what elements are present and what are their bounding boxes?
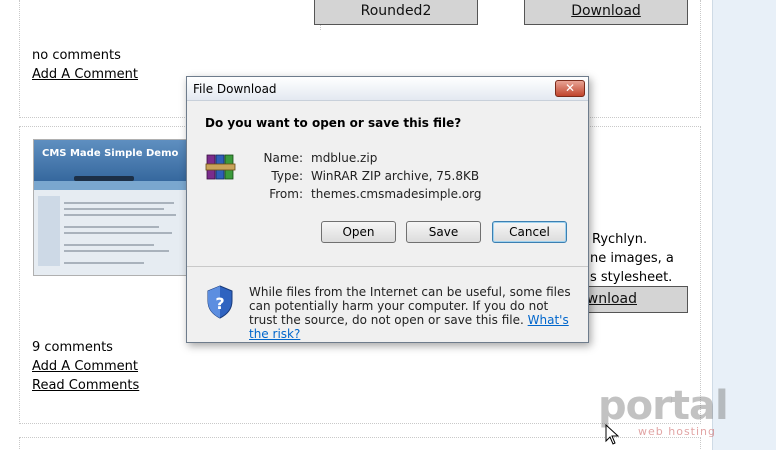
warning-text-block: While files from the Internet can be use…	[249, 285, 579, 341]
thumbnail-text-line	[64, 226, 159, 228]
cancel-button[interactable]: Cancel	[492, 221, 567, 243]
close-icon: ✕	[564, 81, 576, 95]
add-comment-link-2[interactable]: Add A Comment	[32, 359, 138, 374]
from-value: themes.cmsmadesimple.org	[311, 187, 482, 201]
open-button[interactable]: Open	[321, 221, 396, 243]
read-comments-link[interactable]: Read Comments	[32, 378, 139, 393]
watermark-main: portal	[598, 383, 729, 429]
description-line-1: Rychlyn.	[592, 232, 648, 247]
thumbnail-text-line	[64, 202, 174, 204]
thumbnail-text-line	[64, 208, 164, 210]
dialog-question: Do you want to open or save this file?	[205, 116, 462, 130]
type-label: Type:	[271, 169, 303, 183]
thumbnail-water	[34, 181, 186, 190]
svg-text:?: ?	[215, 294, 224, 313]
thumbnail-text-line	[64, 214, 176, 216]
thumbnail-text-line	[64, 250, 169, 252]
file-download-dialog: File Download ✕ Do you want to open or s…	[186, 76, 589, 343]
thumbnail-sidebar	[38, 196, 60, 266]
thumbnail-boat	[74, 176, 134, 181]
description-line-3: s stylesheet.	[590, 270, 673, 285]
watermark-sub: web hosting	[638, 425, 716, 438]
name-value: mdblue.zip	[311, 151, 378, 165]
dialog-titlebar[interactable]: File Download ✕	[187, 77, 588, 101]
thumbnail-text-line	[64, 244, 154, 246]
theme-thumbnail[interactable]: CMS Made Simple Demo	[33, 139, 187, 276]
comment-count-2: 9 comments	[32, 340, 113, 355]
winrar-archive-icon	[205, 154, 236, 180]
download-button-top[interactable]: Download	[524, 0, 688, 25]
rounded2-button[interactable]: Rounded2	[314, 0, 478, 25]
close-button[interactable]: ✕	[555, 80, 585, 97]
mouse-pointer-icon	[605, 424, 620, 445]
from-label: From:	[269, 187, 303, 201]
type-value: WinRAR ZIP archive, 75.8KB	[311, 169, 480, 183]
dialog-title: File Download	[193, 82, 277, 96]
warning-text: While files from the Internet can be use…	[249, 285, 571, 327]
thumbnail-header: CMS Made Simple Demo	[34, 140, 186, 190]
thumbnail-text-line	[64, 262, 144, 264]
thumbnail-text-line	[64, 232, 172, 234]
comment-count: no comments	[32, 48, 121, 63]
add-comment-link[interactable]: Add A Comment	[32, 67, 138, 82]
name-label: Name:	[263, 151, 303, 165]
description-line-2: ne images, a	[590, 251, 674, 266]
thumbnail-title: CMS Made Simple Demo	[42, 148, 179, 159]
save-button[interactable]: Save	[406, 221, 481, 243]
security-shield-icon: ?	[207, 285, 233, 319]
